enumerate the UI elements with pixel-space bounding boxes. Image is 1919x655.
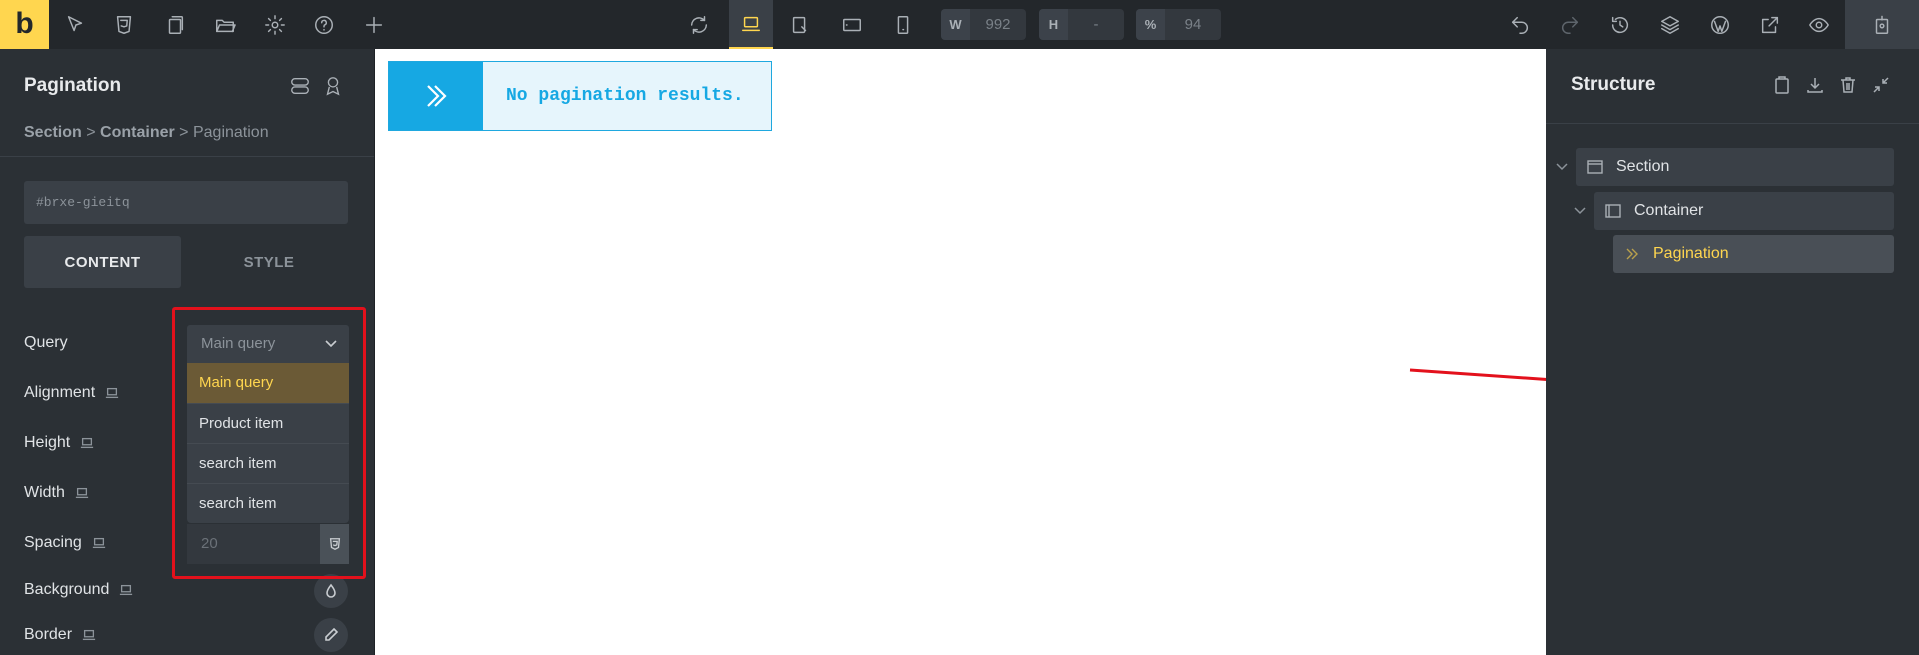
spacing-label: Spacing — [24, 534, 106, 552]
width-label-text: Width — [24, 484, 65, 501]
background-button[interactable] — [314, 574, 348, 608]
element-settings-panel: Pagination Section > Container > Paginat… — [0, 49, 374, 655]
breakpoint-laptop-icon — [92, 537, 105, 549]
width-value[interactable]: 992 — [970, 16, 1026, 33]
alignment-label: Alignment — [24, 384, 119, 402]
redo-icon[interactable] — [1550, 0, 1590, 49]
css-icon[interactable] — [104, 0, 144, 49]
height-value[interactable]: - — [1068, 16, 1124, 33]
border-label-text: Border — [24, 626, 73, 643]
divider — [1546, 123, 1919, 124]
tablet-landscape-icon[interactable] — [780, 0, 820, 49]
spacing-label-text: Spacing — [24, 534, 82, 551]
pagination-notice: No pagination results. — [388, 61, 772, 131]
query-label: Query — [24, 334, 68, 352]
tree-item-label: Section — [1616, 158, 1670, 175]
breakpoint-laptop-icon — [75, 487, 89, 499]
folder-icon[interactable] — [205, 0, 245, 49]
tablet-icon[interactable] — [832, 0, 872, 49]
undo-icon[interactable] — [1500, 0, 1540, 49]
element-id-field[interactable]: #brxe-gieitq — [24, 181, 348, 224]
layers-icon[interactable] — [1650, 0, 1690, 49]
breakpoint-laptop-icon — [106, 387, 119, 399]
height-field[interactable]: H - — [1039, 9, 1124, 40]
chevron-down-icon[interactable] — [1572, 203, 1588, 219]
zoom-value[interactable]: 94 — [1165, 16, 1221, 33]
background-label-text: Background — [24, 581, 110, 598]
toolbar: b W 992 H - % 94 — [0, 0, 1919, 49]
cursor-icon[interactable] — [55, 0, 95, 49]
tree-item-pagination[interactable]: Pagination — [1613, 235, 1894, 273]
pages-icon[interactable] — [155, 0, 195, 49]
gear-icon[interactable] — [255, 0, 295, 49]
external-link-icon[interactable] — [1750, 0, 1790, 49]
structure-panel: Structure Section Container Pagination — [1546, 49, 1919, 655]
breadcrumb: Section > Container > Pagination — [24, 124, 269, 142]
height-label: H — [1039, 9, 1068, 40]
height-label-text: Height — [24, 434, 71, 451]
structure-title: Structure — [1571, 74, 1656, 95]
background-label: Background — [24, 581, 133, 599]
trash-icon[interactable] — [1838, 75, 1860, 97]
breakpoint-laptop-icon — [81, 437, 94, 449]
preview-eye-icon[interactable] — [1799, 0, 1839, 49]
toggle-icon[interactable] — [289, 75, 313, 99]
height-label: Height — [24, 434, 94, 452]
breakpoint-laptop-icon — [120, 584, 133, 596]
pencil-icon — [325, 627, 339, 641]
download-icon[interactable] — [1805, 75, 1827, 97]
add-icon[interactable] — [354, 0, 394, 49]
mobile-icon[interactable] — [883, 0, 923, 49]
conditions-icon[interactable] — [322, 75, 346, 99]
zoom-label: % — [1136, 9, 1165, 40]
breadcrumb-separator: > — [179, 124, 189, 141]
section-icon — [1587, 160, 1603, 174]
chevron-down-icon[interactable] — [1554, 159, 1570, 175]
breadcrumb-current: Pagination — [192, 124, 269, 141]
history-icon[interactable] — [1600, 0, 1640, 49]
help-icon[interactable] — [304, 0, 344, 49]
breadcrumb-container[interactable]: Container — [100, 124, 175, 141]
breadcrumb-section[interactable]: Section — [24, 124, 82, 141]
width-field[interactable]: W 992 — [941, 9, 1026, 40]
zoom-field[interactable]: % 94 — [1136, 9, 1221, 40]
tree-item-label: Pagination — [1653, 245, 1729, 262]
border-button[interactable] — [314, 618, 348, 652]
width-label: Width — [24, 484, 89, 502]
tree-item-section[interactable]: Section — [1576, 148, 1894, 186]
annotation-highlight-box — [172, 307, 366, 579]
builder-canvas[interactable]: No pagination results. — [374, 49, 1546, 655]
width-label: W — [941, 9, 970, 40]
query-label-text: Query — [24, 334, 68, 351]
container-icon — [1605, 204, 1621, 218]
border-label: Border — [24, 626, 96, 644]
divider — [0, 156, 374, 157]
brand-logo[interactable]: b — [0, 0, 49, 49]
notice-message: No pagination results. — [506, 86, 744, 106]
tab-style[interactable]: STYLE — [190, 236, 348, 288]
double-chevron-right-icon — [1626, 248, 1638, 260]
tree-item-container[interactable]: Container — [1594, 192, 1894, 230]
laptop-breakpoint-icon[interactable] — [729, 0, 773, 49]
panel-title: Pagination — [24, 75, 122, 96]
breadcrumb-separator: > — [86, 124, 96, 141]
clipboard-icon[interactable] — [1772, 75, 1794, 97]
alignment-label-text: Alignment — [24, 384, 96, 401]
save-icon[interactable] — [1845, 0, 1919, 49]
tab-content[interactable]: CONTENT — [24, 236, 181, 288]
breakpoint-laptop-icon — [82, 629, 96, 641]
tree-item-label: Container — [1634, 202, 1704, 219]
wordpress-icon[interactable] — [1700, 0, 1740, 49]
collapse-icon[interactable] — [1871, 75, 1893, 97]
double-chevron-right-icon — [389, 62, 483, 130]
refresh-icon[interactable] — [679, 0, 719, 49]
droplet-icon — [326, 583, 336, 598]
